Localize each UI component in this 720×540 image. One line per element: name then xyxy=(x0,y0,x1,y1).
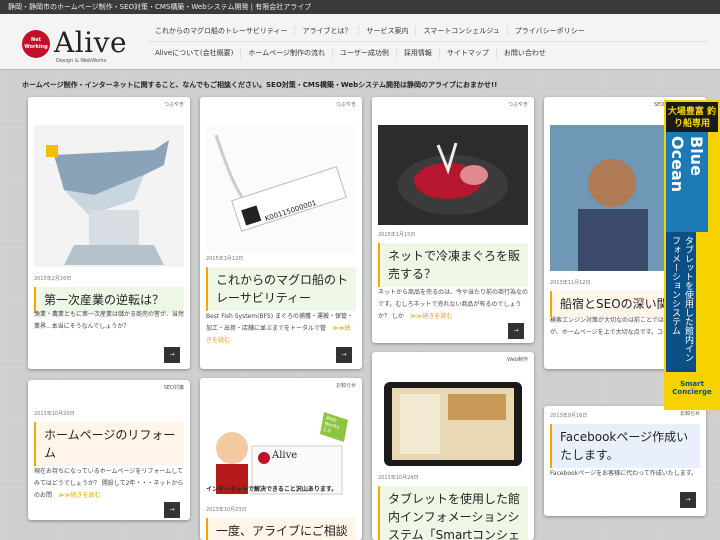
card-caption: インターネットで解決できること沢山あります。 xyxy=(206,486,338,493)
post-card-facebook[interactable]: お知らせ 2013年9月16日 Facebookページ作成いたします。 Face… xyxy=(544,406,706,516)
logo-badge: Net Working xyxy=(22,30,50,58)
post-card-frozen-tuna[interactable]: つぶやき 2015年1月15日 ネットで冷凍まぐろを販売する？ ネットから商品を… xyxy=(372,97,534,343)
card-category: つぶやき xyxy=(163,102,184,108)
card-title[interactable]: Facebookページ作成いたします。 xyxy=(550,424,700,468)
card-excerpt: ネットから商品を売るのは、今や当たり前の商行為なのです。むしろネットで売れない商… xyxy=(378,287,528,323)
card-date: 2013年9月16日 xyxy=(550,413,588,419)
qr-tag-image: K00115000001 xyxy=(206,125,356,253)
banner-smart-concierge: Smart Concierge xyxy=(666,372,718,402)
nav-item-smart-concierge[interactable]: スマートコンシェルジュ xyxy=(416,25,508,36)
card-excerpt: Facebookページをお客様に代わって作成いたします。 xyxy=(550,468,700,480)
card-arrow-button[interactable]: → xyxy=(680,492,696,508)
card-excerpt-text: ネットから商品を売るのは、今や当たり前の商行為なのです。むしろネットで売れない商… xyxy=(378,289,529,320)
card-date: 2015年2月26日 xyxy=(34,276,72,282)
card-logo-text: Alive xyxy=(272,450,298,461)
nav-item-traceability[interactable]: これからのマグロ船のトレーサビリティー xyxy=(148,25,296,36)
logo-subtitle: Design & WebWorks xyxy=(56,58,107,64)
card-excerpt: 現在お持ちになっているホームページをリフォームしてみてはどうでしょうか？ 開設し… xyxy=(34,466,184,502)
nav-item-success-cases[interactable]: ユーザー成功例 xyxy=(333,48,397,58)
card-category: SEO対策 xyxy=(163,385,184,391)
banner-tablet-system: タブレットを使用した館内インフォメーションシステム xyxy=(666,232,696,372)
logo-word: Alive xyxy=(54,26,128,59)
nav-item-contact[interactable]: お問い合わせ xyxy=(497,48,553,58)
card-excerpt-text: Best Fish System(BFS) まぐろの捕獲・運搬・保管・加工・出荷… xyxy=(206,313,353,332)
nav-item-sitemap[interactable]: サイトマップ xyxy=(440,48,497,58)
card-excerpt-text: Facebookページをお客様に代わって作成いたします。 xyxy=(550,470,698,477)
card-category: つぶやき xyxy=(507,102,528,108)
card-date: 2013年10月24日 xyxy=(378,475,419,481)
card-title[interactable]: タブレットを使用した館内インフォメーションシステム「Smartコンシェル xyxy=(378,486,528,540)
read-more-link[interactable]: ≫≫続きを読む xyxy=(410,313,453,320)
site-logo[interactable]: Net Working Alive Design & WebWorks xyxy=(22,26,142,68)
top-info-bar: 静岡・静岡市のホームページ制作・SEO対策・CMS構築・Webシステム開発 | … xyxy=(0,0,720,14)
card-title[interactable]: 一度、アライブにご相談 xyxy=(206,518,356,540)
tuna-illustration-image xyxy=(34,125,184,267)
post-card-first-industry[interactable]: つぶやき 2015年2月26日 第一次産業の逆転は？ 漁業・農業ともに第一次産業… xyxy=(28,97,190,369)
card-date: 2013年10月20日 xyxy=(34,411,75,417)
tablet-image xyxy=(378,380,528,468)
card-date: 2015年3月12日 xyxy=(206,256,244,262)
card-title[interactable]: ネットで冷凍まぐろを販売する？ xyxy=(378,243,528,287)
banner-top-text: 大場豊富 釣り船専用 xyxy=(666,102,718,132)
card-category: Web制作 xyxy=(507,357,528,363)
card-excerpt: 漁業・農業ともに第一次産業は儲かる商売の筈が、当然業界...本当にそうなんでしょ… xyxy=(34,309,184,333)
site-tagline: ホームページ制作・インターネットに関すること、なんでもご相談ください。SEO対策… xyxy=(22,81,498,89)
card-date: 2013年10月23日 xyxy=(206,507,247,513)
card-category: お知らせ xyxy=(336,383,356,389)
nav-row-2: Aliveについて(会社概要) ホームページ制作の流れ ユーザー成功例 採用情報… xyxy=(148,42,708,64)
card-arrow-button[interactable]: → xyxy=(164,347,180,363)
card-arrow-button[interactable]: → xyxy=(508,323,524,339)
card-excerpt: Best Fish System(BFS) まぐろの捕獲・運搬・保管・加工・出荷… xyxy=(206,311,356,347)
card-category: つぶやき xyxy=(335,102,356,108)
post-card-traceability[interactable]: つぶやき K00115000001 2015年3月12日 これからのマグロ船のト… xyxy=(200,97,362,369)
nav-item-company[interactable]: Aliveについて(会社概要) xyxy=(148,48,242,58)
card-date: 2013年11月12日 xyxy=(550,280,591,286)
post-card-consult[interactable]: お知らせ Alive Web Works 2.0 インターネットで解決できること… xyxy=(200,378,362,540)
nav-item-about-alive[interactable]: アライブとは？ xyxy=(295,25,360,36)
nav-item-services[interactable]: サービス案内 xyxy=(359,25,417,36)
logo-badge-line2: Working xyxy=(24,44,48,50)
site-header: Net Working Alive Design & WebWorks これから… xyxy=(0,14,720,70)
post-card-smart-concierge[interactable]: Web制作 2013年10月24日 タブレットを使用した館内インフォメーションシ… xyxy=(372,352,534,540)
top-info-text: 静岡・静岡市のホームページ制作・SEO対策・CMS構築・Webシステム開発 | … xyxy=(8,3,312,11)
card-title[interactable]: ホームページのリフォーム xyxy=(34,422,184,466)
nav-item-workflow[interactable]: ホームページ制作の流れ xyxy=(241,48,334,58)
nav-item-privacy[interactable]: プライバシーポリシー xyxy=(508,26,592,36)
post-card-reform[interactable]: SEO対策 2013年10月20日 ホームページのリフォーム 現在お持ちになって… xyxy=(28,380,190,520)
card-title[interactable]: これからのマグロ船のトレーサビリティー xyxy=(206,267,356,311)
card-date: 2015年1月15日 xyxy=(378,232,416,238)
read-more-link[interactable]: ≫≫続きを読む xyxy=(58,492,101,499)
smart-concierge-banner[interactable]: 大場豊富 釣り船専用 Blue Ocean タブレットを使用した館内インフォメー… xyxy=(664,100,720,410)
main-navigation: これからのマグロ船のトレーサビリティー アライブとは？ サービス案内 スマートコ… xyxy=(148,20,708,64)
nav-row-1: これからのマグロ船のトレーサビリティー アライブとは？ サービス案内 スマートコ… xyxy=(148,20,708,42)
card-category: お知らせ xyxy=(680,411,700,417)
card-excerpt-text: 現在お持ちになっているホームページをリフォームしてみてはどうでしょうか？ 開設し… xyxy=(34,468,184,499)
card-arrow-button[interactable]: → xyxy=(164,502,180,518)
card-arrow-button[interactable]: → xyxy=(336,347,352,363)
card-excerpt-text: 漁業・農業ともに第一次産業は儲かる商売の筈が、当然業界...本当にそうなんでしょ… xyxy=(34,311,184,330)
tuna-sashimi-image xyxy=(378,125,528,225)
banner-blue-ocean: Blue Ocean xyxy=(666,132,708,232)
logo-badge-line1: Net xyxy=(31,37,41,43)
nav-item-recruit[interactable]: 採用情報 xyxy=(397,48,440,58)
